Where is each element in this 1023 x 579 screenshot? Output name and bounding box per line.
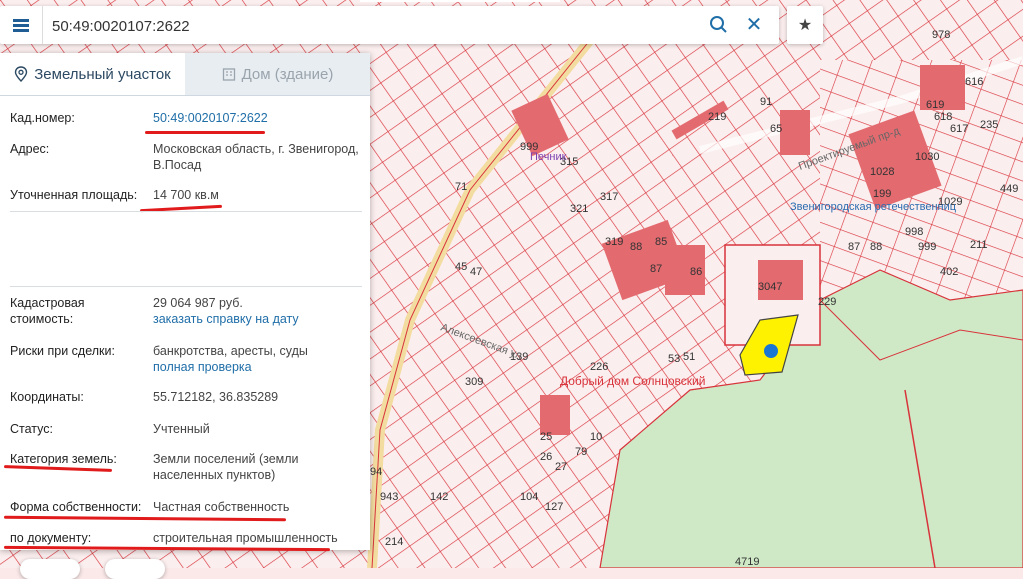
area-value: 14 700 кв.м xyxy=(153,188,219,202)
parcel-num: 317 xyxy=(600,191,618,203)
tab-building-label: Дом (здание) xyxy=(241,65,334,83)
ownership-value: Частная собственность xyxy=(153,500,290,514)
cost-label: Кадастровая стоимость: xyxy=(10,296,85,326)
parcel-num: 65 xyxy=(770,123,782,135)
coord-label: Координаты: xyxy=(10,390,84,404)
place-label: Звенигородская ретечественниц xyxy=(790,201,957,213)
tabs: Земельный участок Дом (здание) xyxy=(0,53,370,96)
bottom-control[interactable] xyxy=(20,559,80,579)
parcel-num: 619 xyxy=(926,99,944,111)
order-certificate-link[interactable]: заказать справку на дату xyxy=(153,311,363,327)
underline xyxy=(3,515,287,522)
parcel-num: 87 xyxy=(650,263,662,275)
parcel-num: 87 xyxy=(848,241,860,253)
parcel-num: 211 xyxy=(970,239,988,251)
ownership-label: Форма собственности: xyxy=(10,500,142,514)
tab-land-plot[interactable]: Земельный участок xyxy=(0,53,185,95)
parcel-num: 943 xyxy=(380,491,398,503)
risk-text: банкротства, аресты, суды xyxy=(153,344,308,358)
parcel-num: 4719 xyxy=(735,556,759,568)
parcel-num: 91 xyxy=(760,96,772,108)
parcel-num: 1028 xyxy=(870,166,894,178)
parcel-num: 3047 xyxy=(758,281,782,293)
document-value: строительная промышленность xyxy=(153,531,338,545)
area-label: Уточненная площадь: xyxy=(10,188,138,202)
parcel-num: 616 xyxy=(965,76,983,88)
search-input[interactable] xyxy=(50,6,654,46)
parcel-num: 86 xyxy=(690,266,702,278)
divider xyxy=(10,211,362,212)
menu-button[interactable] xyxy=(0,6,43,44)
parcel-num: 199 xyxy=(873,188,891,200)
parcel-num: 47 xyxy=(470,266,482,278)
parcel-num: 402 xyxy=(940,266,958,278)
status-value: Учтенный xyxy=(153,422,210,436)
parcel-num: 229 xyxy=(818,296,836,308)
favorite-button[interactable]: ★ xyxy=(787,6,823,44)
parcel-num: 85 xyxy=(655,236,667,248)
close-icon: ✕ xyxy=(745,14,763,36)
place-label: Печник xyxy=(530,151,567,163)
cad-number-link[interactable]: 50:49:0020107:2622 xyxy=(153,110,363,126)
document-label: по документу: xyxy=(10,531,92,545)
parcel-num: 319 xyxy=(605,236,623,248)
parcel-num: 321 xyxy=(570,203,588,215)
parcel-num: 79 xyxy=(575,446,587,458)
info-panel: Земельный участок Дом (здание) Кад.номер… xyxy=(0,53,370,552)
clear-button[interactable]: ✕ xyxy=(739,10,769,40)
parcel-num: 235 xyxy=(980,119,998,131)
parcel-num: 104 xyxy=(520,491,538,503)
parcel-num: 94 xyxy=(370,466,382,478)
parcel-num: 26 xyxy=(540,451,552,463)
parcel-num: 25 xyxy=(540,431,552,443)
search-bar: ✕ xyxy=(0,6,779,46)
category-value: Земли поселений (земли населенных пункто… xyxy=(153,452,299,482)
hamburger-icon xyxy=(13,17,29,34)
parcel-num: 219 xyxy=(708,111,726,123)
building-icon xyxy=(222,68,235,81)
parcel-num: 618 xyxy=(934,111,952,123)
cost-value: 29 064 987 руб. заказать справку на дату xyxy=(153,295,363,327)
coord-value: 55.712182, 36.835289 xyxy=(153,390,279,404)
divider xyxy=(10,286,362,287)
address-label: Адрес: xyxy=(10,142,50,156)
tab-building[interactable]: Дом (здание) xyxy=(185,53,370,95)
risk-value: банкротства, аресты, суды полная проверк… xyxy=(153,343,363,375)
status-label: Статус: xyxy=(10,422,53,436)
search-icon xyxy=(710,16,727,33)
parcel-num: 999 xyxy=(918,241,936,253)
parcel-num: 998 xyxy=(905,226,923,238)
place-label: Добрый дом Солнцовский xyxy=(560,374,705,388)
parcel-num: 142 xyxy=(430,491,448,503)
search-button[interactable] xyxy=(704,10,734,40)
tab-land-plot-label: Земельный участок xyxy=(34,65,171,83)
parcel-num: 449 xyxy=(1000,183,1018,195)
parcel-num: 309 xyxy=(465,376,483,388)
risk-label: Риски при сделки: xyxy=(10,344,115,358)
location-pin-icon xyxy=(15,66,28,82)
parcel-num: 978 xyxy=(932,29,950,41)
star-icon: ★ xyxy=(797,17,813,34)
parcel-num: 88 xyxy=(630,241,642,253)
parcel-num: 27 xyxy=(555,461,567,473)
parcel-num: 53 xyxy=(668,353,680,365)
underline xyxy=(145,131,265,134)
cad-number-label: Кад.номер: xyxy=(10,111,75,125)
parcel-num: 127 xyxy=(545,501,563,513)
parcel-num: 10 xyxy=(590,431,602,443)
parcel-num: 51 xyxy=(683,351,695,363)
bottom-control[interactable] xyxy=(105,559,165,579)
full-check-link[interactable]: полная проверка xyxy=(153,359,363,375)
cost-amount: 29 064 987 руб. xyxy=(153,296,243,310)
parcel-num: 45 xyxy=(455,261,467,273)
parcel-num: 1030 xyxy=(915,151,939,163)
parcel-num: 71 xyxy=(455,181,467,193)
parcel-num: 214 xyxy=(385,536,403,548)
address-value: Московская область, г. Звенигород, В.Пос… xyxy=(153,142,359,172)
parcel-num: 617 xyxy=(950,123,968,135)
category-label: Категория земель: xyxy=(10,452,117,466)
parcel-num: 226 xyxy=(590,361,608,373)
parcel-marker xyxy=(764,344,778,358)
parcel-num: 88 xyxy=(870,241,882,253)
